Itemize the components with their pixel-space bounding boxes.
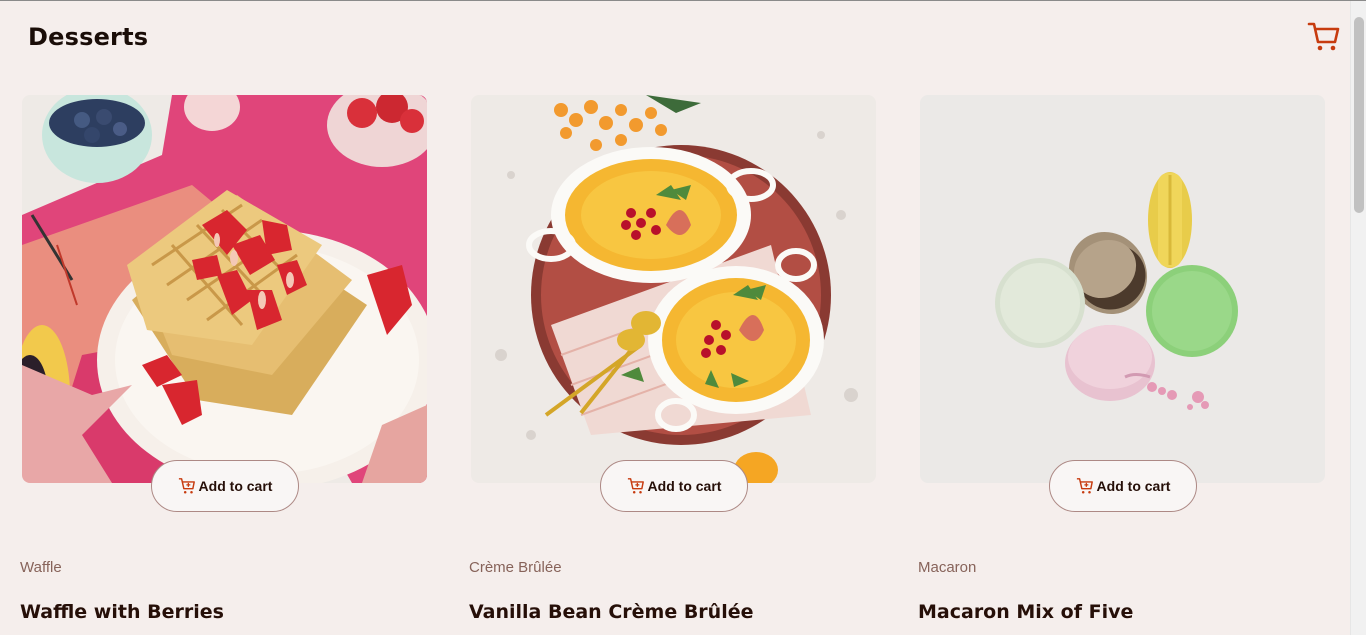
waffle-image: [22, 95, 427, 483]
add-to-cart-icon: [178, 478, 195, 494]
product-card-macaron: Add to cart Macaron Macaron Mix of Five: [918, 95, 1326, 623]
product-category: Waffle: [20, 559, 62, 576]
scrollbar[interactable]: [1350, 1, 1366, 635]
macaron-image: [920, 95, 1325, 483]
product-category: Crème Brûlée: [469, 559, 562, 576]
product-card-waffle: Add to cart Waffle Waffle with Berries: [20, 95, 428, 623]
cart-icon[interactable]: [1307, 21, 1341, 53]
product-category: Macaron: [918, 559, 977, 576]
product-name: Macaron Mix of Five: [918, 601, 1134, 623]
add-to-cart-button[interactable]: Add to cart: [1049, 460, 1197, 512]
add-to-cart-icon: [1076, 478, 1093, 494]
add-to-cart-label: Add to cart: [198, 478, 273, 494]
product-name: Vanilla Bean Crème Brûlée: [469, 601, 754, 623]
scrollbar-thumb[interactable]: [1354, 17, 1364, 213]
add-to-cart-button[interactable]: Add to cart: [600, 460, 748, 512]
add-to-cart-label: Add to cart: [1096, 478, 1171, 494]
add-to-cart-label: Add to cart: [647, 478, 722, 494]
header: Desserts: [0, 1, 1350, 73]
creme-brulee-image: [471, 95, 876, 483]
product-name: Waffle with Berries: [20, 601, 224, 623]
product-card-creme-brulee: Add to cart Crème Brûlée Vanilla Bean Cr…: [469, 95, 877, 623]
page-title: Desserts: [28, 23, 149, 51]
add-to-cart-button[interactable]: Add to cart: [151, 460, 299, 512]
add-to-cart-icon: [627, 478, 644, 494]
